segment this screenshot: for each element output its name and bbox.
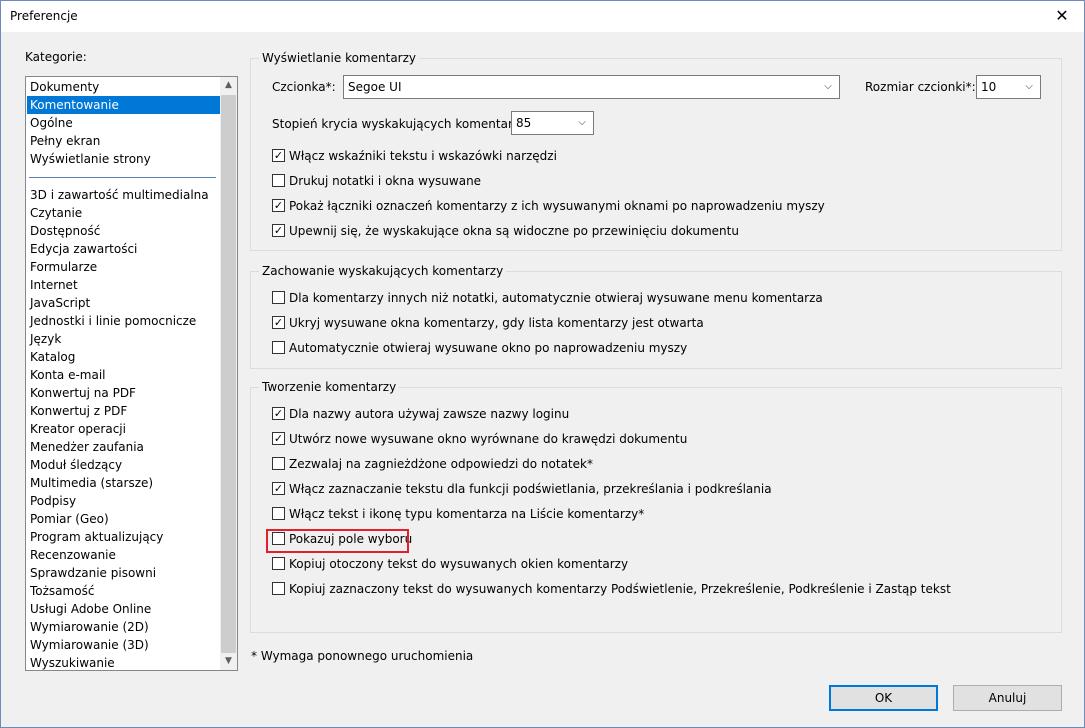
category-item[interactable]: Tożsamość <box>27 582 220 600</box>
category-item[interactable]: Multimedia (starsze) <box>27 474 220 492</box>
check-icon: ✓ <box>273 199 284 212</box>
category-item[interactable]: Formularze <box>27 258 220 276</box>
category-separator <box>29 177 216 178</box>
category-item[interactable]: Usługi Adobe Online <box>27 600 220 618</box>
category-item[interactable]: Moduł śledzący <box>27 456 220 474</box>
check-icon: ✓ <box>273 407 284 420</box>
checkbox-label: Włącz wskaźniki tekstu i wskazówki narzę… <box>289 149 557 163</box>
opacity-label: Stopień krycia wyskakujących komentarzy: <box>272 117 530 131</box>
display-group-title: Wyświetlanie komentarzy <box>259 51 420 65</box>
category-item[interactable]: Wymiarowanie (3D) <box>27 636 220 654</box>
opacity-select-value: 85 <box>516 116 532 130</box>
checkbox-label: Włącz zaznaczanie tekstu dla funkcji pod… <box>289 482 772 496</box>
checkbox-checked[interactable]: ✓ <box>272 224 285 237</box>
checkbox-unchecked[interactable] <box>272 174 285 187</box>
checkbox-label: Kopiuj otoczony tekst do wysuwanych okie… <box>289 557 629 571</box>
category-item[interactable]: Konta e-mail <box>27 366 220 384</box>
checkbox-checked[interactable]: ✓ <box>272 149 285 162</box>
checkbox-label: Zezwalaj na zagnieżdżone odpowiedzi do n… <box>289 457 593 471</box>
checkbox-label: Dla nazwy autora używaj zawsze nazwy log… <box>289 407 570 421</box>
category-item[interactable]: Wyszukiwanie <box>27 654 220 670</box>
category-item[interactable]: Konwertuj na PDF <box>27 384 220 402</box>
checkbox-label: Dla komentarzy innych niż notatki, autom… <box>289 291 823 305</box>
check-icon: ✓ <box>273 316 284 329</box>
chevron-down-icon: ⌵ <box>578 117 586 128</box>
checkbox-unchecked[interactable] <box>272 457 285 470</box>
checkbox-label: Włącz tekst i ikonę typu komentarza na L… <box>289 507 645 521</box>
checkbox-checked[interactable]: ✓ <box>272 199 285 212</box>
scroll-down-icon[interactable]: ▼ <box>220 653 237 670</box>
font-size-label: Rozmiar czcionki*: <box>865 80 976 94</box>
window-title: Preferencje <box>10 9 78 23</box>
preferences-dialog: Preferencje ✕ Kategorie: Dokumenty Koment… <box>0 0 1085 728</box>
category-item[interactable]: Czytanie <box>27 204 220 222</box>
checkbox-checked[interactable]: ✓ <box>272 316 285 329</box>
category-item[interactable]: Internet <box>27 276 220 294</box>
chevron-down-icon: ⌵ <box>1025 81 1033 92</box>
highlight-annotation <box>266 529 409 553</box>
category-item[interactable]: Katalog <box>27 348 220 366</box>
category-item[interactable]: Komentowanie <box>27 96 220 114</box>
category-item[interactable]: JavaScript <box>27 294 220 312</box>
category-item[interactable]: Ogólne <box>27 114 220 132</box>
scroll-thumb[interactable] <box>221 95 236 653</box>
category-item[interactable]: Język <box>27 330 220 348</box>
checkbox-label: Utwórz nowe wysuwane okno wyrównane do k… <box>289 432 688 446</box>
restart-footnote: * Wymaga ponownego uruchomienia <box>251 649 474 663</box>
check-icon: ✓ <box>273 224 284 237</box>
category-item[interactable]: 3D i zawartość multimedialna <box>27 186 220 204</box>
category-item[interactable]: Jednostki i linie pomocnicze <box>27 312 220 330</box>
category-item[interactable]: Sprawdzanie pisowni <box>27 564 220 582</box>
category-scrollbar[interactable]: ▲ ▼ <box>220 77 237 670</box>
category-item[interactable]: Dostępność <box>27 222 220 240</box>
checkbox-label: Kopiuj zaznaczony tekst do wysuwanych ko… <box>289 582 951 596</box>
checkbox-label: Drukuj notatki i okna wysuwane <box>289 174 482 188</box>
popup-group-title: Zachowanie wyskakujących komentarzy <box>259 264 507 278</box>
chevron-down-icon: ⌵ <box>824 81 832 92</box>
categories-label: Kategorie: <box>25 50 87 64</box>
category-list[interactable]: Dokumenty Komentowanie Ogólne Pełny ekran Wy… <box>25 76 238 671</box>
checkbox-label: Automatycznie otwieraj wysuwane okno po … <box>289 341 688 355</box>
checkbox-unchecked[interactable] <box>272 507 285 520</box>
font-label: Czcionka*: <box>272 80 336 94</box>
checkbox-checked[interactable]: ✓ <box>272 407 285 420</box>
close-icon[interactable]: ✕ <box>1050 5 1074 27</box>
category-item[interactable]: Wymiarowanie (2D) <box>27 618 220 636</box>
category-item[interactable]: Wyświetlanie strony <box>27 150 220 168</box>
scroll-up-icon[interactable]: ▲ <box>220 77 237 94</box>
category-item[interactable]: Pomiar (Geo) <box>27 510 220 528</box>
font-select-value: Segoe UI <box>348 80 402 94</box>
checkbox-checked[interactable]: ✓ <box>272 432 285 445</box>
ok-button[interactable]: OK <box>829 685 938 711</box>
checkbox-unchecked[interactable] <box>272 557 285 570</box>
creation-group-title: Tworzenie komentarzy <box>259 380 400 394</box>
category-item[interactable]: Kreator operacji <box>27 420 220 438</box>
checkbox-label: Upewnij się, że wyskakujące okna są wido… <box>289 224 739 238</box>
cancel-button[interactable]: Anuluj <box>953 685 1062 711</box>
checkbox-label: Pokaż łączniki oznaczeń komentarzy z ich… <box>289 199 825 213</box>
font-size-select-value: 10 <box>981 80 997 94</box>
category-item[interactable]: Recenzowanie <box>27 546 220 564</box>
check-icon: ✓ <box>273 482 284 495</box>
check-icon: ✓ <box>273 432 284 445</box>
category-item[interactable]: Menedżer zaufania <box>27 438 220 456</box>
checkbox-unchecked[interactable] <box>272 291 285 304</box>
checkbox-checked[interactable]: ✓ <box>272 482 285 495</box>
category-item[interactable]: Pełny ekran <box>27 132 220 150</box>
category-item[interactable]: Konwertuj z PDF <box>27 402 220 420</box>
category-item[interactable]: Dokumenty <box>27 78 220 96</box>
category-item[interactable]: Podpisy <box>27 492 220 510</box>
opacity-select[interactable]: 85 ⌵ <box>511 111 594 135</box>
checkbox-unchecked[interactable] <box>272 582 285 595</box>
font-size-select[interactable]: 10 ⌵ <box>976 75 1041 99</box>
category-item[interactable]: Program aktualizujący <box>27 528 220 546</box>
checkbox-unchecked[interactable] <box>272 341 285 354</box>
font-select[interactable]: Segoe UI ⌵ <box>343 75 840 99</box>
category-item[interactable]: Edycja zawartości <box>27 240 220 258</box>
check-icon: ✓ <box>273 149 284 162</box>
title-bar: Preferencje ✕ <box>1 1 1084 32</box>
checkbox-label: Ukryj wysuwane okna komentarzy, gdy list… <box>289 316 704 330</box>
